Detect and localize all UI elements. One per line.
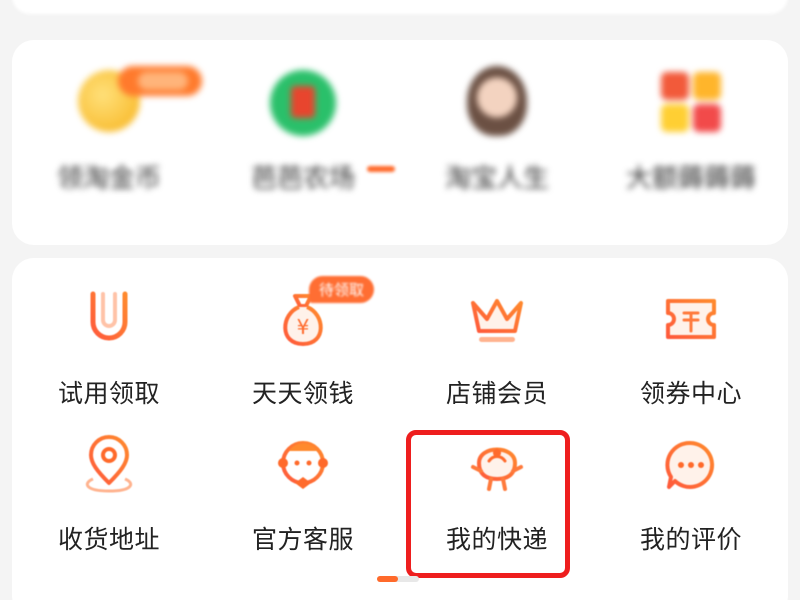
entry-label: 试用领取 <box>57 379 160 408</box>
entry-deals[interactable]: 大额薅薅薅 <box>594 62 788 195</box>
highlight-box <box>406 430 570 578</box>
coin-badge <box>118 66 202 96</box>
entry-label: 我的评价 <box>639 525 742 554</box>
entry-label: 芭芭农场 <box>250 164 355 194</box>
location-pin-icon <box>71 430 147 500</box>
blocks-icon <box>658 62 724 132</box>
chat-bubble-icon <box>653 430 729 500</box>
entry-farm[interactable]: 芭芭农场 <box>206 62 400 195</box>
pending-badge: 待领取 <box>309 276 375 303</box>
entry-daily-money[interactable]: ¥ 待领取 天天领钱 <box>206 276 400 416</box>
farm-icon <box>270 62 336 136</box>
previous-card-edge <box>12 0 788 14</box>
entry-my-reviews[interactable]: 我的评价 <box>594 430 788 562</box>
page-indicator-main <box>377 576 419 582</box>
entry-label: 天天领钱 <box>251 379 354 408</box>
entry-label: 收货地址 <box>57 525 160 554</box>
entry-customer-service[interactable]: 官方客服 <box>206 430 400 562</box>
gold-coin-icon <box>76 62 202 132</box>
feature-card-main: 试用领取 ¥ 待领取 天天领钱 店铺会员 领券中心 收货地址 官方客服 我的快递… <box>12 258 788 600</box>
entry-label: 领淘金币 <box>56 164 161 194</box>
page-indicator-top <box>367 166 395 172</box>
entry-coupon-center[interactable]: 领券中心 <box>594 284 788 416</box>
entry-trial[interactable]: 试用领取 <box>12 284 206 416</box>
entry-store-membership[interactable]: 店铺会员 <box>400 284 594 416</box>
feature-row-top: 领淘金币 芭芭农场 淘宝人生 大额薅薅薅 <box>12 62 788 195</box>
feature-card-top: 领淘金币 芭芭农场 淘宝人生 大额薅薅薅 <box>12 40 788 245</box>
entry-shipping-address[interactable]: 收货地址 <box>12 430 206 562</box>
entry-label: 淘宝人生 <box>444 164 549 194</box>
entry-life[interactable]: 淘宝人生 <box>400 62 594 195</box>
crown-icon <box>459 284 535 354</box>
u-magnet-icon <box>71 284 147 354</box>
svg-text:¥: ¥ <box>297 315 310 339</box>
entry-label: 官方客服 <box>251 525 354 554</box>
entry-label: 店铺会员 <box>445 379 548 408</box>
entry-label: 领券中心 <box>639 379 742 408</box>
entry-label: 大额薅薅薅 <box>625 164 756 194</box>
customer-service-icon <box>265 430 341 500</box>
entry-gold-coin[interactable]: 领淘金币 <box>12 62 206 195</box>
feature-grid: 试用领取 ¥ 待领取 天天领钱 店铺会员 领券中心 收货地址 官方客服 我的快递… <box>12 276 788 562</box>
avatar-icon <box>464 62 530 136</box>
coupon-icon <box>653 284 729 354</box>
